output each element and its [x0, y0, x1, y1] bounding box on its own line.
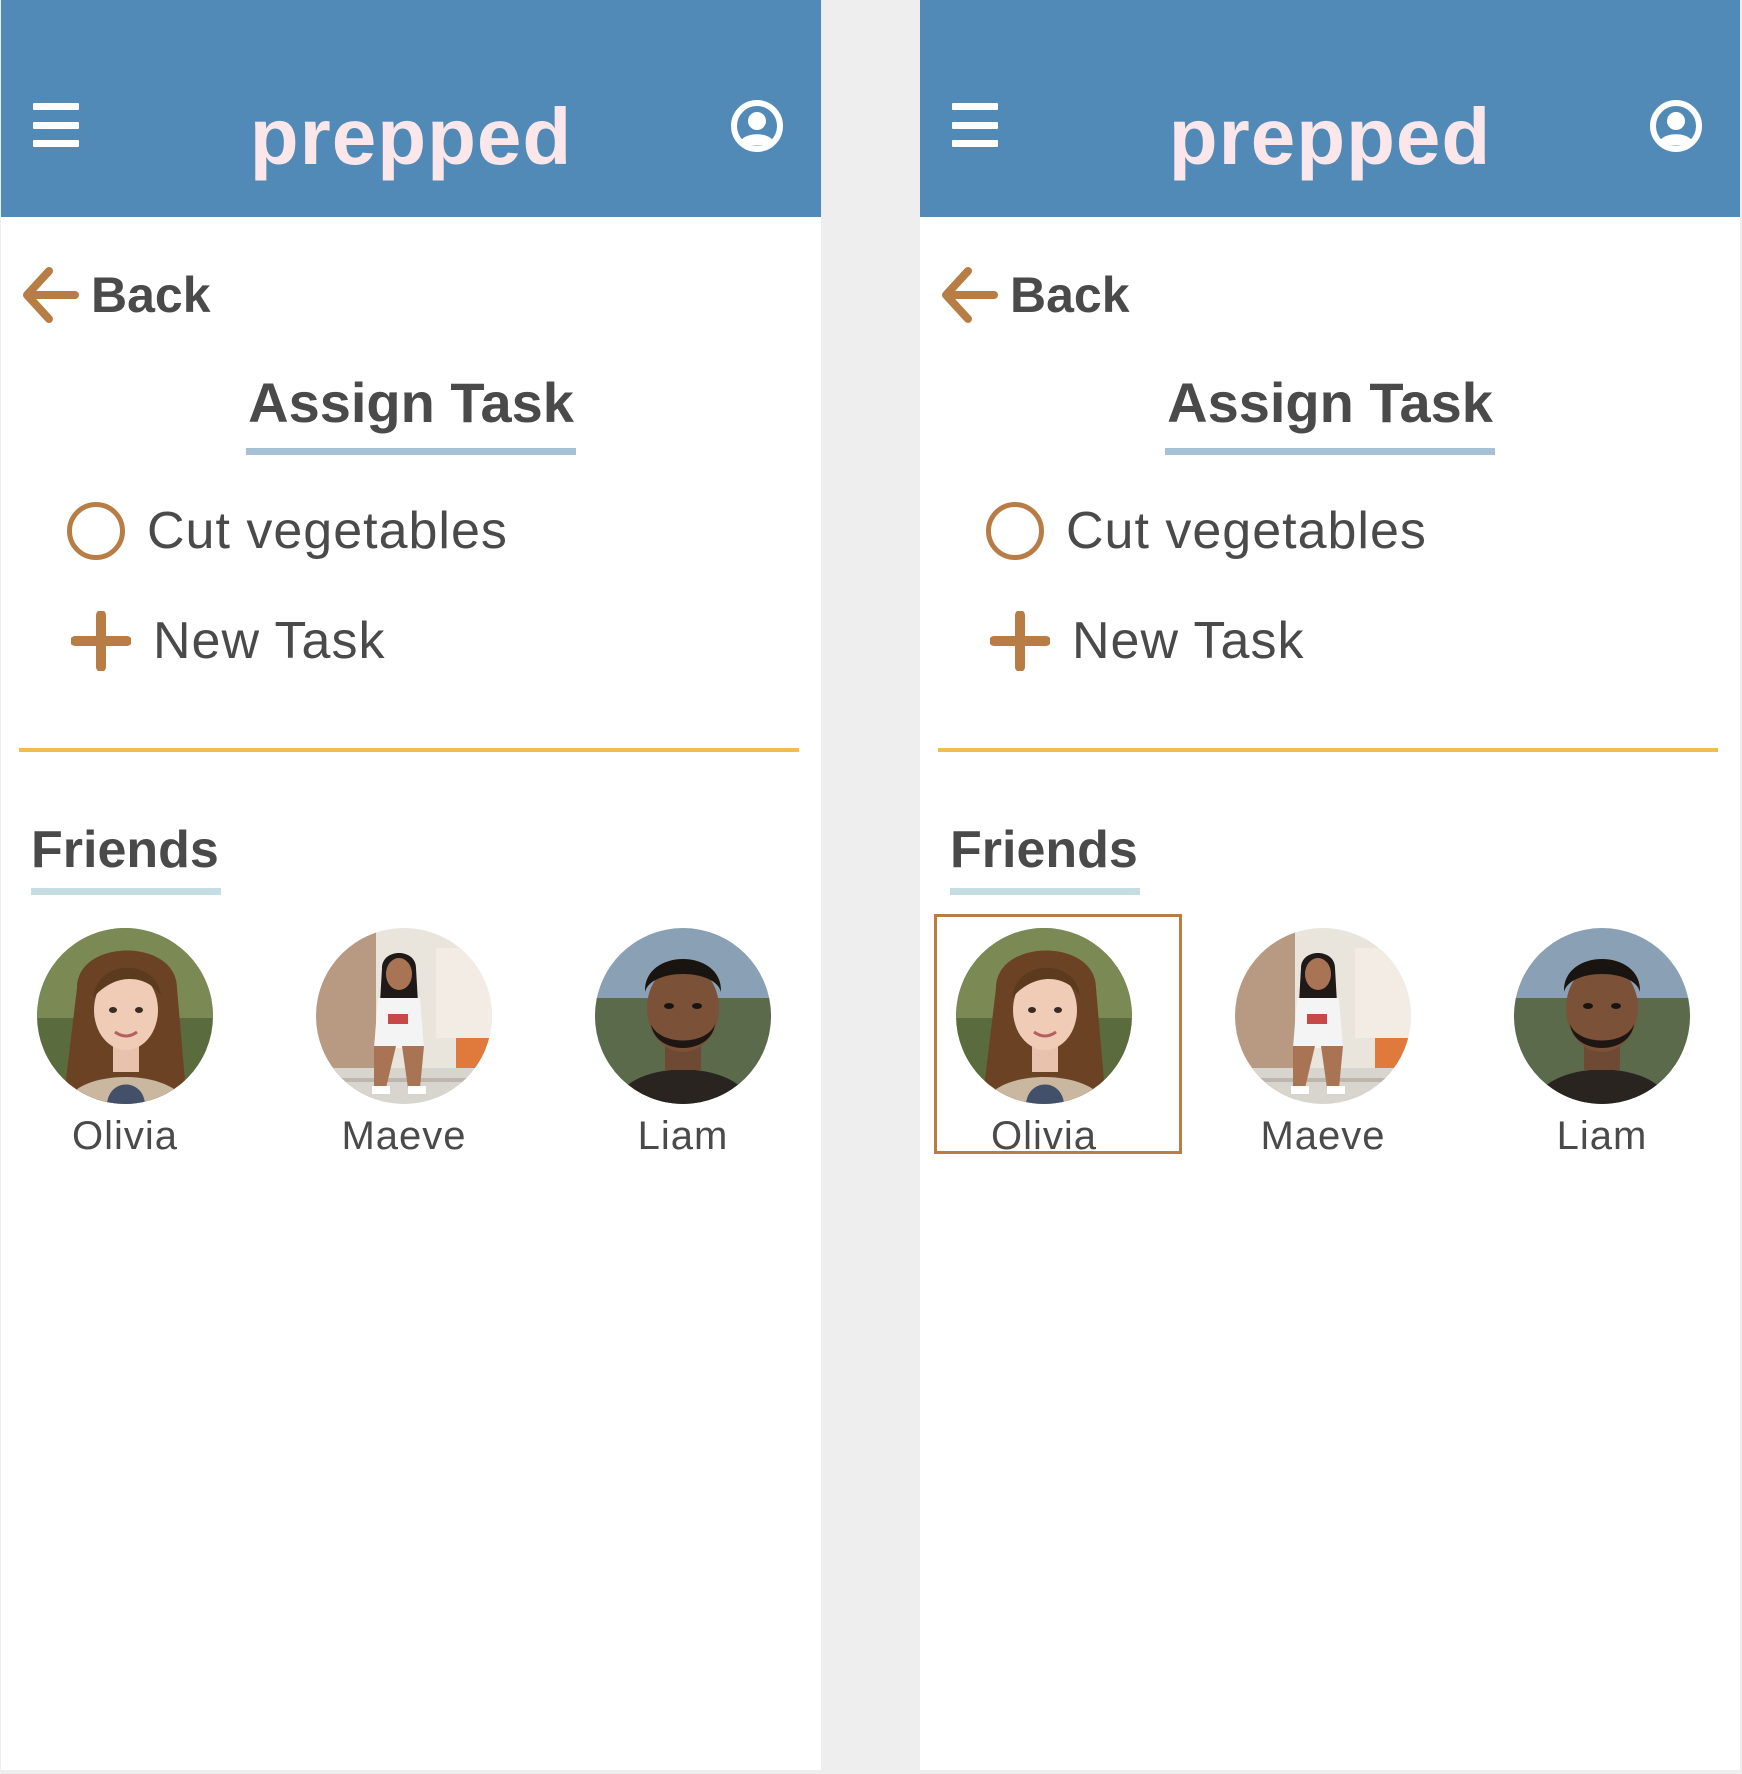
- friend-name: Liam: [1556, 1114, 1648, 1158]
- task-label: Cut vegetables: [147, 502, 508, 560]
- phone-screen-after: prepped Back Assign Task Cut vegetables …: [920, 0, 1740, 1770]
- back-label: Back: [91, 267, 211, 323]
- task-item[interactable]: Cut vegetables: [986, 496, 1427, 566]
- friend-maeve[interactable]: Maeve: [1223, 928, 1423, 1159]
- back-label: Back: [1010, 267, 1130, 323]
- page-title: Assign Task: [1, 370, 821, 455]
- arrow-left-icon: [942, 267, 998, 323]
- friends-heading: Friends: [31, 820, 221, 895]
- page-title-text: Assign Task: [246, 370, 576, 455]
- friend-olivia[interactable]: Olivia: [25, 928, 225, 1159]
- phone-screen-before: prepped Back Assign Task Cut vegetables …: [1, 0, 821, 1770]
- friend-liam[interactable]: Liam: [1502, 928, 1702, 1159]
- radio-circle-icon[interactable]: [986, 502, 1044, 560]
- app-header: prepped: [920, 0, 1740, 217]
- plus-icon: [71, 611, 131, 671]
- new-task-button[interactable]: New Task: [990, 610, 1304, 672]
- radio-circle-icon[interactable]: [67, 502, 125, 560]
- friend-name: Liam: [637, 1114, 729, 1158]
- avatar: [37, 928, 213, 1104]
- task-item[interactable]: Cut vegetables: [67, 496, 508, 566]
- page-title: Assign Task: [920, 370, 1740, 455]
- app-logo: prepped: [1168, 92, 1492, 181]
- user-circle-icon[interactable]: [1650, 100, 1702, 152]
- back-button[interactable]: Back: [19, 265, 211, 325]
- arrow-left-icon: [23, 267, 79, 323]
- friend-name: Olivia: [990, 1114, 1098, 1158]
- new-task-label: New Task: [153, 612, 386, 670]
- user-circle-icon[interactable]: [731, 100, 783, 152]
- friend-liam[interactable]: Liam: [583, 928, 783, 1159]
- friend-olivia-selected[interactable]: Olivia: [934, 914, 1182, 1159]
- friends-heading-text: Friends: [31, 820, 221, 895]
- friend-name: Olivia: [71, 1114, 179, 1158]
- friend-name: Maeve: [1260, 1114, 1386, 1158]
- avatar: [1514, 928, 1690, 1104]
- divider: [938, 748, 1718, 752]
- app-logo: prepped: [249, 92, 573, 181]
- avatar: [316, 928, 492, 1104]
- friends-heading: Friends: [950, 820, 1140, 895]
- plus-icon: [990, 611, 1050, 671]
- avatar: [1235, 928, 1411, 1104]
- back-button[interactable]: Back: [938, 265, 1130, 325]
- friend-maeve[interactable]: Maeve: [304, 928, 504, 1159]
- avatar: [595, 928, 771, 1104]
- page-title-text: Assign Task: [1165, 370, 1495, 455]
- divider: [19, 748, 799, 752]
- avatar: [956, 928, 1132, 1104]
- friends-heading-text: Friends: [950, 820, 1140, 895]
- new-task-button[interactable]: New Task: [71, 610, 385, 672]
- friend-name: Maeve: [341, 1114, 467, 1158]
- app-header: prepped: [1, 0, 821, 217]
- task-label: Cut vegetables: [1066, 502, 1427, 560]
- new-task-label: New Task: [1072, 612, 1305, 670]
